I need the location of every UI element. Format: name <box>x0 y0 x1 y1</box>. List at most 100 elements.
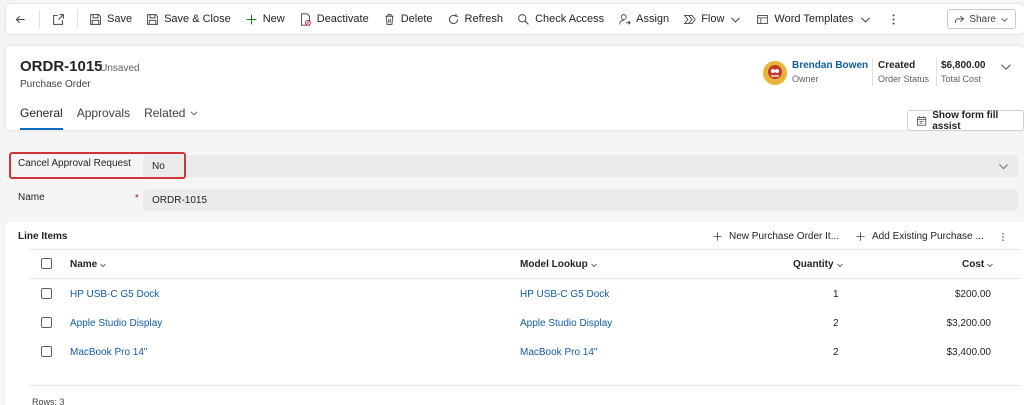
save-and-close-button[interactable]: Save & Close <box>139 4 238 34</box>
refresh-button[interactable]: Refresh <box>440 4 511 34</box>
record-header: ORDR-1015 - Unsaved Purchase Order Brend… <box>6 46 1024 130</box>
divider <box>39 10 40 28</box>
line-item-name-link[interactable]: MacBook Pro 14" <box>70 347 147 358</box>
owner-avatar[interactable] <box>763 61 787 85</box>
deactivate-button[interactable]: Deactivate <box>292 4 376 34</box>
column-header-quantity[interactable]: Quantity <box>793 259 844 270</box>
delete-button[interactable]: Delete <box>376 4 440 34</box>
cancel-approval-request-select[interactable]: No <box>143 155 1018 177</box>
save-status: - Unsaved <box>94 63 140 74</box>
line-items-subgrid: Line Items New Purchase Order It... Add … <box>6 222 1024 405</box>
word-template-icon <box>757 14 769 24</box>
word-templates-label: Word Templates <box>774 13 854 25</box>
column-header-cost[interactable]: Cost <box>962 259 994 270</box>
more-vertical-icon <box>892 13 894 25</box>
tab-general-label: General <box>20 106 63 120</box>
plus-icon <box>856 231 865 241</box>
chevron-down-icon <box>191 111 198 116</box>
share-icon <box>955 15 965 23</box>
tab-related[interactable]: Related <box>144 102 206 124</box>
divider <box>30 249 1020 250</box>
form-fill-assist-button[interactable]: Show form fill assist <box>907 110 1024 132</box>
tab-general[interactable]: General <box>20 102 70 130</box>
column-header-quantity-label: Quantity <box>793 259 834 270</box>
order-status-value: Created <box>878 60 916 71</box>
tab-approvals[interactable]: Approvals <box>77 102 137 124</box>
add-existing-purchase-button[interactable]: Add Existing Purchase ... <box>855 227 984 245</box>
back-button[interactable] <box>6 4 35 34</box>
open-new-window-button[interactable] <box>44 4 73 34</box>
chevron-down-icon <box>1001 17 1008 22</box>
assign-label: Assign <box>636 13 670 25</box>
flow-icon <box>683 14 696 24</box>
line-item-name-link[interactable]: HP USB-C G5 Dock <box>70 289 159 300</box>
select-all-checkbox[interactable] <box>41 258 52 269</box>
flow-button[interactable]: Flow <box>676 4 749 34</box>
more-commands-button[interactable] <box>879 4 908 34</box>
form-assist-icon <box>917 115 927 126</box>
name-input[interactable]: ORDR-1015 <box>143 189 1018 211</box>
divider <box>77 10 78 28</box>
new-label: New <box>262 13 285 25</box>
tab-approvals-label: Approvals <box>76 106 131 120</box>
delete-label: Delete <box>400 13 433 25</box>
assign-button[interactable]: Assign <box>611 4 676 34</box>
word-templates-button[interactable]: Word Templates <box>749 4 878 34</box>
save-icon <box>90 13 101 25</box>
save-label: Save <box>107 13 133 25</box>
check-access-icon <box>518 13 529 25</box>
refresh-icon <box>448 13 458 24</box>
quantity-cell: 2 <box>833 318 839 329</box>
command-bar: Save Save & Close New Deactivate Delete … <box>6 4 1024 34</box>
cost-cell: $3,200.00 <box>946 318 992 329</box>
column-header-name[interactable]: Name <box>70 259 107 270</box>
flow-label: Flow <box>701 13 725 25</box>
row-checkbox[interactable] <box>41 346 52 357</box>
new-purchase-order-item-label: New Purchase Order It... <box>729 230 840 242</box>
divider <box>936 58 937 86</box>
total-cost-value: $6,800.00 <box>941 60 986 71</box>
cost-cell: $3,400.00 <box>946 347 992 358</box>
check-access-button[interactable]: Check Access <box>510 4 611 34</box>
chevron-down-icon <box>836 263 843 267</box>
chevron-down-icon <box>100 263 107 267</box>
name-label: Name <box>18 192 45 203</box>
share-button[interactable]: Share <box>947 9 1016 29</box>
column-header-model-lookup[interactable]: Model Lookup <box>520 259 598 270</box>
deactivate-icon <box>300 12 311 26</box>
back-arrow-icon <box>15 15 25 23</box>
save-button[interactable]: Save <box>82 4 139 34</box>
line-item-name-link[interactable]: Apple Studio Display <box>70 318 162 329</box>
row-checkbox[interactable] <box>41 288 52 299</box>
chevron-down-icon <box>999 164 1008 170</box>
owner-name-link[interactable]: Brendan Bowen <box>792 60 868 71</box>
cost-cell: $200.00 <box>954 289 991 300</box>
chevron-down-icon <box>860 17 870 23</box>
highlight-box <box>9 152 186 179</box>
more-vertical-icon[interactable] <box>998 231 1008 243</box>
assign-icon <box>619 13 631 25</box>
owner-label: Owner <box>792 74 819 84</box>
divider <box>872 58 873 86</box>
model-lookup-link[interactable]: Apple Studio Display <box>520 318 612 329</box>
quantity-cell: 2 <box>833 347 839 358</box>
record-title: ORDR-1015 <box>20 58 103 75</box>
save-and-close-label: Save & Close <box>164 13 231 25</box>
chevron-down-icon <box>731 17 741 23</box>
row-checkbox[interactable] <box>41 317 52 328</box>
model-lookup-link[interactable]: MacBook Pro 14" <box>520 347 597 358</box>
new-purchase-order-item-button[interactable]: New Purchase Order It... <box>712 227 839 245</box>
column-header-model-lookup-label: Model Lookup <box>520 259 588 270</box>
model-lookup-link[interactable]: HP USB-C G5 Dock <box>520 289 609 300</box>
quantity-cell: 1 <box>833 289 839 300</box>
deactivate-label: Deactivate <box>316 13 369 25</box>
add-existing-purchase-label: Add Existing Purchase ... <box>872 230 984 242</box>
trash-icon <box>385 13 394 25</box>
plus-icon <box>713 231 722 241</box>
new-button[interactable]: New <box>238 4 292 34</box>
expand-header-chevron-icon[interactable] <box>1000 61 1012 73</box>
check-access-label: Check Access <box>535 13 605 25</box>
plus-icon <box>246 14 257 24</box>
column-header-name-label: Name <box>70 259 98 270</box>
avatar-image-icon <box>763 61 787 85</box>
